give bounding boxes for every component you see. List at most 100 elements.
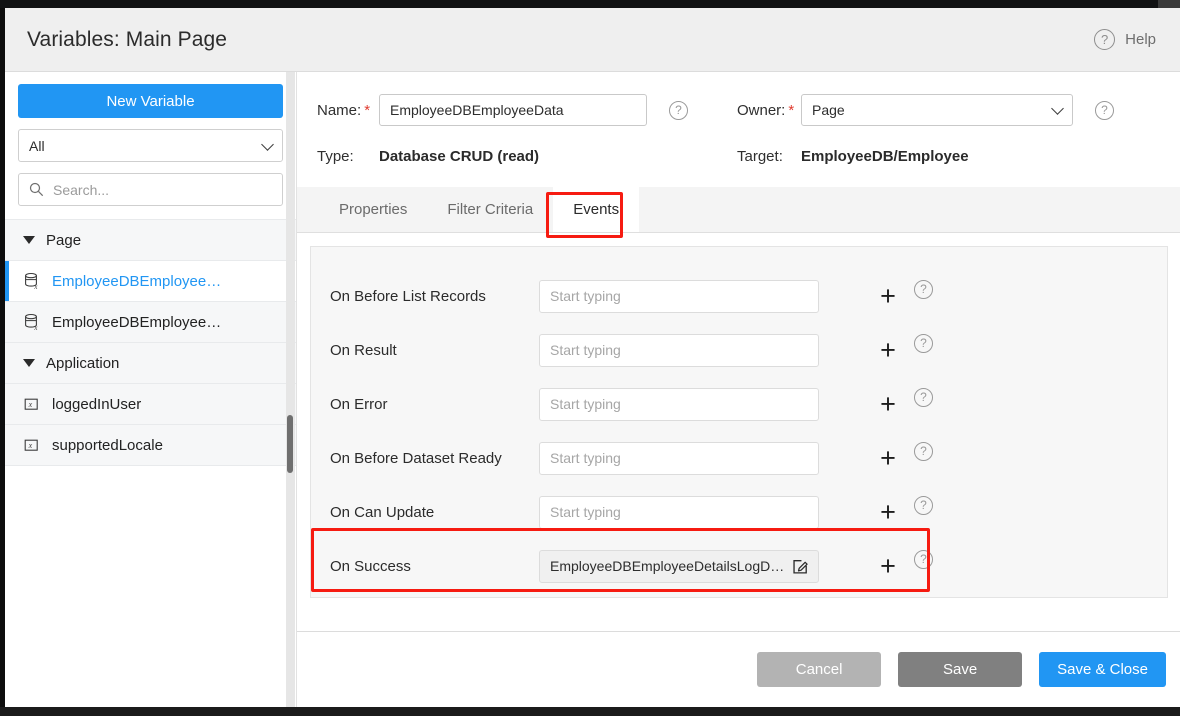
variables-sidebar: New Variable All xyxy=(5,72,297,707)
target-label: Target: xyxy=(737,148,801,165)
help-button[interactable]: ? Help xyxy=(1094,29,1156,50)
form-row-name-owner: Name:* ? Owner:* Page xyxy=(317,94,1160,126)
dialog-body: New Variable All xyxy=(5,72,1180,707)
event-label: On Before Dataset Ready xyxy=(330,450,539,467)
cancel-button[interactable]: Cancel xyxy=(757,652,881,687)
window-chrome-bottom xyxy=(0,707,1180,716)
event-label: On Error xyxy=(330,396,539,413)
editor-tabs: Properties Filter Criteria Events xyxy=(297,187,1180,233)
dialog-footer: Cancel Save Save & Close xyxy=(297,631,1180,707)
event-row-on-result: On Result + ? xyxy=(311,323,1167,377)
tree-item-loggedinuser[interactable]: x loggedInUser xyxy=(5,384,296,425)
owner-field-group: Owner:* Page ? xyxy=(737,94,1160,126)
event-row-on-can-update: On Can Update + ? xyxy=(311,485,1167,539)
question-circle-icon[interactable]: ? xyxy=(914,442,933,461)
question-circle-icon[interactable]: ? xyxy=(914,388,933,407)
event-row-on-error: On Error + ? xyxy=(311,377,1167,431)
tree-item-employeedb-employee-data[interactable]: x EmployeeDBEmployee… xyxy=(5,261,296,302)
svg-text:x: x xyxy=(33,324,38,331)
sidebar-scrollbar-thumb[interactable] xyxy=(287,415,293,473)
owner-help-icon[interactable]: ? xyxy=(1095,101,1114,120)
save-and-close-button[interactable]: Save & Close xyxy=(1039,652,1166,687)
page-title: Variables: Main Page xyxy=(27,28,227,52)
sidebar-toolbar: New Variable All xyxy=(5,72,296,219)
tab-events[interactable]: Events xyxy=(553,186,639,232)
caret-down-icon xyxy=(23,359,35,367)
name-help-icon[interactable]: ? xyxy=(669,101,688,120)
event-label: On Can Update xyxy=(330,504,539,521)
variable-filter-select[interactable]: All xyxy=(18,129,283,162)
events-panel: On Before List Records + ? On Result + ? xyxy=(310,246,1168,598)
question-circle-icon[interactable]: ? xyxy=(914,496,933,515)
owner-dropdown[interactable]: Page xyxy=(801,94,1073,126)
tree-item-supportedlocale[interactable]: x supportedLocale xyxy=(5,425,296,466)
owner-required-marker: * xyxy=(788,102,794,119)
variable-box-icon: x xyxy=(23,395,41,413)
question-circle-icon[interactable]: ? xyxy=(914,334,933,353)
plus-icon[interactable]: + xyxy=(875,553,901,580)
event-label: On Result xyxy=(330,342,539,359)
database-variable-icon: x xyxy=(23,272,41,290)
plus-icon[interactable]: + xyxy=(875,499,901,526)
tree-item-employeedb-employee-details[interactable]: x EmployeeDBEmployee… xyxy=(5,302,296,343)
events-panel-area: On Before List Records + ? On Result + ? xyxy=(297,233,1180,631)
name-label: Name:* xyxy=(317,102,379,119)
owner-label: Owner:* xyxy=(737,102,801,119)
svg-text:x: x xyxy=(33,283,38,290)
application-window: Variables: Main Page ? Help New Variable… xyxy=(0,0,1180,716)
event-input[interactable] xyxy=(539,388,819,421)
tree-item-label: EmployeeDBEmployee… xyxy=(52,273,221,290)
type-label: Type: xyxy=(317,148,379,165)
question-circle-icon[interactable]: ? xyxy=(914,550,933,569)
owner-select[interactable]: Page xyxy=(801,94,1073,126)
event-value-field[interactable]: EmployeeDBEmployeeDetailsLogD… xyxy=(539,550,819,583)
variables-tree: Page x EmployeeDBEmployee… xyxy=(5,219,296,707)
tree-group-label: Page xyxy=(46,232,81,249)
window-chrome-top-right xyxy=(1158,0,1180,8)
new-variable-button[interactable]: New Variable xyxy=(18,84,283,118)
editor-tabs-wrap: Properties Filter Criteria Events xyxy=(297,187,1180,233)
event-row-on-success: On Success EmployeeDBEmployeeDetailsLogD… xyxy=(311,539,1167,593)
tree-item-label: EmployeeDBEmployee… xyxy=(52,314,221,331)
plus-icon[interactable]: + xyxy=(875,337,901,364)
target-field-group: Target: EmployeeDB/Employee xyxy=(737,148,1160,165)
search-input[interactable] xyxy=(18,173,283,206)
variables-dialog: Variables: Main Page ? Help New Variable… xyxy=(5,8,1180,707)
tree-item-label: loggedInUser xyxy=(52,396,141,413)
variable-editor: Name:* ? Owner:* Page xyxy=(297,72,1180,707)
save-button[interactable]: Save xyxy=(898,652,1022,687)
question-circle-icon[interactable]: ? xyxy=(914,280,933,299)
event-input[interactable] xyxy=(539,442,819,475)
type-value: Database CRUD (read) xyxy=(379,148,539,165)
help-label: Help xyxy=(1125,31,1156,48)
tab-filter-criteria[interactable]: Filter Criteria xyxy=(427,186,553,232)
variable-box-icon: x xyxy=(23,436,41,454)
event-label: On Success xyxy=(330,558,539,575)
event-row-on-before-dataset-ready: On Before Dataset Ready + ? xyxy=(311,431,1167,485)
name-required-marker: * xyxy=(364,102,370,119)
plus-icon[interactable]: + xyxy=(875,445,901,472)
event-input[interactable] xyxy=(539,280,819,313)
event-input[interactable] xyxy=(539,334,819,367)
tree-item-label: supportedLocale xyxy=(52,437,163,454)
window-chrome-top xyxy=(0,0,1180,8)
event-input[interactable] xyxy=(539,496,819,529)
form-row-type-target: Type: Database CRUD (read) Target: Emplo… xyxy=(317,148,1160,165)
event-label: On Before List Records xyxy=(330,288,539,305)
svg-text:x: x xyxy=(28,441,33,450)
plus-icon[interactable]: + xyxy=(875,391,901,418)
plus-icon[interactable]: + xyxy=(875,283,901,310)
tree-group-application[interactable]: Application xyxy=(5,343,296,384)
sidebar-scrollbar-track[interactable] xyxy=(286,72,295,707)
tab-properties[interactable]: Properties xyxy=(319,186,427,232)
question-circle-icon: ? xyxy=(1094,29,1115,50)
name-label-text: Name: xyxy=(317,102,361,119)
tree-group-page[interactable]: Page xyxy=(5,220,296,261)
name-input[interactable] xyxy=(379,94,647,126)
variable-filter-dropdown[interactable]: All xyxy=(18,129,283,162)
edit-pencil-icon[interactable] xyxy=(791,557,810,576)
target-value: EmployeeDB/Employee xyxy=(801,148,969,165)
event-value-text: EmployeeDBEmployeeDetailsLogD… xyxy=(550,558,785,574)
owner-label-text: Owner: xyxy=(737,102,785,119)
caret-down-icon xyxy=(23,236,35,244)
